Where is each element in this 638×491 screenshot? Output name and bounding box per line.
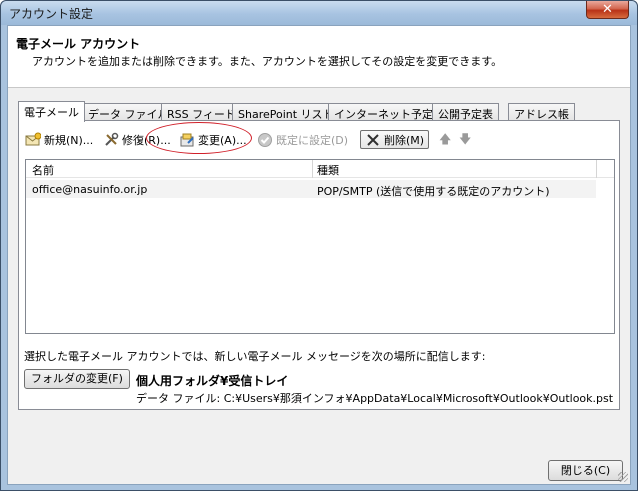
set-default-button[interactable]: 既定に設定(D) [257,129,348,151]
dialog-client-area: 電子メール アカウント アカウントを追加または削除できます。また、アカウントを選… [7,25,631,485]
column-divider [312,160,313,178]
tab-published-calendars[interactable]: 公開予定表 [432,103,499,121]
tab-address-books[interactable]: アドレス帳 [508,103,575,121]
tab-strip: 電子メール データ ファイル RSS フィード SharePoint リスト イ… [18,101,618,122]
delivery-folder-name: 個人用フォルダ¥受信トレイ [136,374,289,388]
delete-account-label: 削除(M) [384,133,425,147]
highlight-ellipse [146,122,252,154]
account-row[interactable]: office@nasuinfo.or.jp POP/SMTP (送信で使用する既… [26,180,596,198]
change-folder-button[interactable]: フォルダの変更(F) [24,369,130,389]
new-mail-icon [25,132,41,146]
delete-x-icon [367,133,379,146]
close-dialog-button[interactable]: 閉じる(C) [548,460,623,481]
tab-rss-feeds[interactable]: RSS フィード [161,103,242,121]
set-default-label: 既定に設定(D) [276,134,349,147]
list-header: 名前 種類 [26,160,614,178]
delete-account-button[interactable]: 削除(M) [360,130,430,149]
header-description: アカウントを追加または削除できます。また、アカウントを選択してその設定を変更でき… [32,55,503,68]
check-circle-icon [258,133,272,147]
header-panel: 電子メール アカウント アカウントを追加または削除できます。また、アカウントを選… [8,26,630,88]
account-toolbar: 新規(N)... 修復(R)... 変更(A)... 既定に設定(D) 削除(M… [25,129,605,151]
column-header-name[interactable]: 名前 [32,162,54,178]
window-close-button[interactable]: ✕ [586,1,629,19]
window-title: アカウント設定 [9,7,94,21]
arrow-down-icon: 🡇 [459,131,472,146]
title-bar[interactable]: アカウント設定 ✕ [1,1,637,25]
new-account-label: 新規(N)... [44,134,94,147]
delivery-description: 選択した電子メール アカウントでは、新しい電子メール メッセージを次の場所に配信… [24,350,486,363]
tab-sharepoint-lists[interactable]: SharePoint リスト [232,103,340,121]
account-list[interactable]: 名前 種類 office@nasuinfo.or.jp POP/SMTP (送信… [25,159,615,334]
account-settings-window: アカウント設定 ✕ 電子メール アカウント アカウントを追加または削除できます。… [0,0,638,491]
header-title: 電子メール アカウント [16,37,141,51]
resize-grip[interactable] [618,472,628,482]
account-type: POP/SMTP (送信で使用する既定のアカウント) [317,185,550,198]
move-up-button[interactable]: 🡅 [439,129,451,151]
column-header-type[interactable]: 種類 [317,162,339,178]
data-file-path: データ ファイル: C:¥Users¥那須インフォ¥AppData¥Local¥… [136,392,614,405]
arrow-up-icon: 🡅 [439,131,452,146]
column-divider [596,160,597,178]
email-tab-panel: 新規(N)... 修復(R)... 変更(A)... 既定に設定(D) 削除(M… [18,120,620,410]
tools-icon [105,132,119,146]
tab-email[interactable]: 電子メール [18,101,85,122]
account-name: office@nasuinfo.or.jp [32,183,148,196]
new-account-button[interactable]: 新規(N)... [25,129,93,151]
move-down-button[interactable]: 🡇 [459,129,471,151]
